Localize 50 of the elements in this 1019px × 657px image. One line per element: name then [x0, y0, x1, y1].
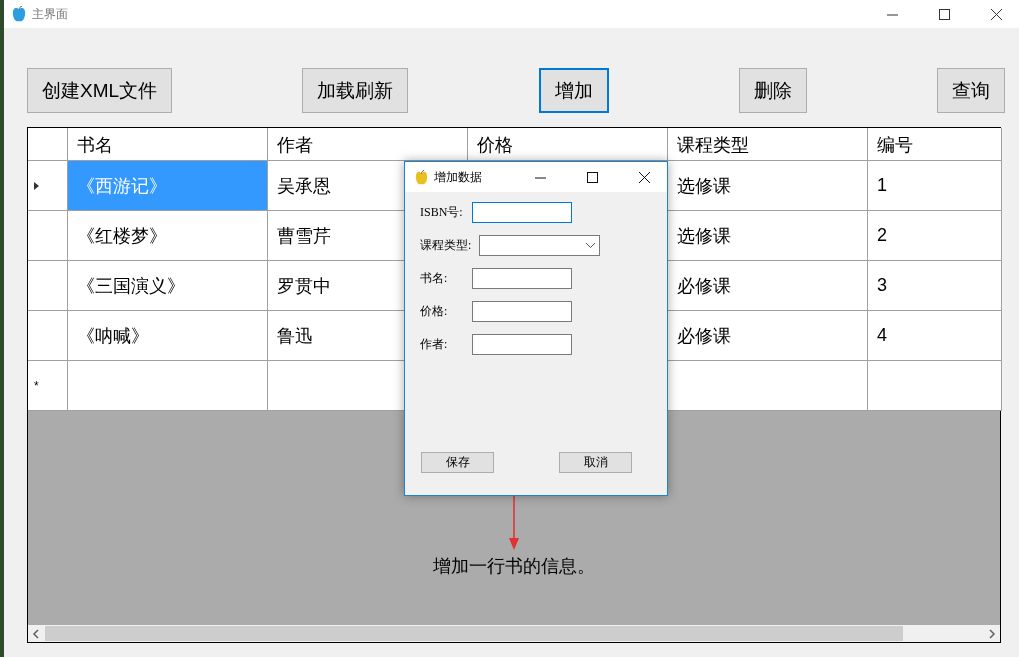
chevron-down-icon: [586, 243, 596, 248]
column-header[interactable]: 编号: [868, 128, 1002, 161]
toolbar-button[interactable]: 增加: [538, 68, 609, 113]
column-header[interactable]: 价格: [468, 128, 668, 161]
dialog-button[interactable]: 保存: [421, 452, 494, 473]
table-cell[interactable]: [668, 361, 868, 411]
table-cell[interactable]: 《呐喊》: [68, 311, 268, 361]
toolbar-button[interactable]: 创建XML文件: [27, 68, 173, 113]
row-header[interactable]: [28, 261, 68, 311]
toolbar-button[interactable]: 加载刷新: [302, 68, 409, 113]
table-cell[interactable]: 《三国演义》: [68, 261, 268, 311]
apple-icon: [12, 6, 26, 22]
input-field[interactable]: [472, 202, 572, 223]
column-header[interactable]: 书名: [68, 128, 268, 161]
input-field[interactable]: [472, 301, 572, 322]
column-header[interactable]: 作者: [268, 128, 468, 161]
table-cell[interactable]: 4: [868, 311, 1002, 361]
table-cell[interactable]: 2: [868, 211, 1002, 261]
new-row-marker: *: [34, 378, 39, 393]
row-header[interactable]: [28, 211, 68, 261]
annotation-text: 增加一行书的信息。: [433, 555, 595, 578]
toolbar-button[interactable]: 查询: [936, 68, 1005, 113]
close-icon[interactable]: [638, 171, 650, 183]
dialog-button[interactable]: 取消: [559, 452, 632, 473]
apple-icon: [415, 169, 428, 185]
field-label: 作者:: [420, 336, 449, 353]
horizontal-scrollbar[interactable]: [28, 625, 1000, 642]
table-cell[interactable]: 必修课: [668, 261, 868, 311]
table-cell[interactable]: 1: [868, 161, 1002, 211]
table-cell[interactable]: [68, 361, 268, 411]
table-cell[interactable]: 选修课: [668, 211, 868, 261]
field-label: 书名:: [420, 270, 449, 287]
dropdown-field[interactable]: [479, 235, 601, 256]
column-header[interactable]: 课程类型: [668, 128, 868, 161]
table-cell[interactable]: 《红楼梦》: [68, 211, 268, 261]
scrollbar-thumb[interactable]: [45, 626, 903, 641]
row-header[interactable]: [28, 161, 68, 211]
maximize-icon[interactable]: [586, 171, 598, 183]
row-header[interactable]: *: [28, 361, 68, 411]
table-cell[interactable]: 必修课: [668, 311, 868, 361]
close-icon[interactable]: [990, 8, 1002, 20]
window-title: 主界面: [32, 5, 69, 23]
row-header[interactable]: [28, 311, 68, 361]
input-field[interactable]: [472, 268, 572, 289]
input-field[interactable]: [472, 334, 572, 355]
table-cell[interactable]: 选修课: [668, 161, 868, 211]
table-cell[interactable]: 3: [868, 261, 1002, 311]
table-cell[interactable]: [868, 361, 1002, 411]
maximize-icon[interactable]: [938, 8, 950, 20]
toolbar-button[interactable]: 删除: [738, 68, 807, 113]
